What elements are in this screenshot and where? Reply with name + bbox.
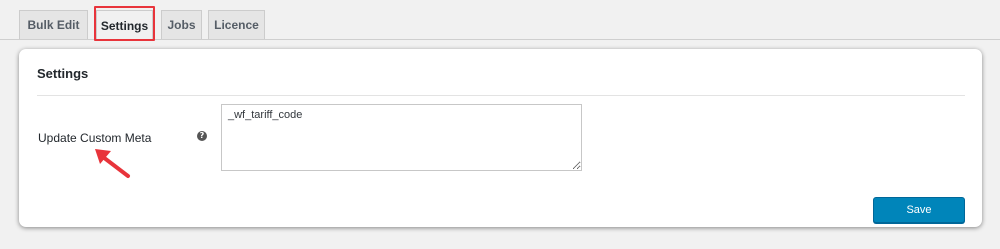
tab-licence[interactable]: Licence bbox=[208, 10, 265, 39]
panel-title: Settings bbox=[37, 66, 89, 81]
save-button[interactable]: Save bbox=[873, 197, 965, 223]
update-custom-meta-label: Update Custom Meta bbox=[38, 131, 152, 145]
tab-licence-label: Licence bbox=[214, 18, 259, 32]
tab-bulk-edit-label: Bulk Edit bbox=[27, 18, 80, 32]
settings-panel: Settings Update Custom Meta ? _wf_tariff… bbox=[19, 49, 982, 227]
panel-divider bbox=[37, 95, 965, 96]
tab-bar: Bulk Edit Settings Jobs Licence bbox=[0, 0, 1000, 40]
tab-jobs[interactable]: Jobs bbox=[161, 10, 202, 39]
question-circle-icon[interactable]: ? bbox=[197, 131, 207, 141]
tab-settings[interactable]: Settings bbox=[96, 10, 153, 40]
tab-settings-label: Settings bbox=[100, 18, 149, 33]
tab-bulk-edit[interactable]: Bulk Edit bbox=[19, 10, 88, 39]
tab-jobs-label: Jobs bbox=[167, 18, 196, 32]
annotation-arrow-icon bbox=[95, 149, 130, 178]
custom-meta-textarea[interactable]: _wf_tariff_code bbox=[221, 104, 582, 171]
